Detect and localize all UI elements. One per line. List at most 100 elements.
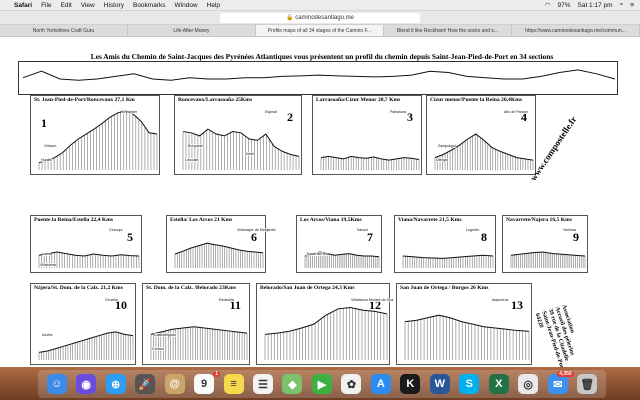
menu-edit[interactable]: Edit <box>61 2 72 9</box>
stage-panel-7: Los Arcos/Viana 19,5Kms 7 Sansol Torres del… <box>296 215 382 273</box>
address-bar[interactable]: 🔒 caminodesantiago.me <box>220 13 420 23</box>
stage-title: Roncevaux/Larrasoaña 25Kms <box>178 97 253 103</box>
overview-profile-chart <box>22 69 616 81</box>
place-label: Redecilla <box>219 298 234 302</box>
dock: ☺ ◉ ⊕ 🚀 @9 1 ≡ ☰ ◆ ▶ ✿ A K W S X ◎ ✉ 4,350 🗑 <box>0 367 640 400</box>
elevation-line <box>182 128 300 157</box>
place-label: Cirauqui <box>109 228 123 232</box>
word-icon[interactable]: W <box>429 374 450 394</box>
stage-profile-chart <box>404 314 530 360</box>
stage-panel-10: Nájera/St. Dom. de la Calz. 21,2 Kms 10 Ci… <box>30 283 136 365</box>
place-label: Cirueña <box>105 298 118 302</box>
calendar-icon[interactable]: 91 <box>194 371 221 394</box>
stage-number: 6 <box>251 230 257 244</box>
battery-percent[interactable]: 97% <box>557 2 570 9</box>
stage-profile-chart <box>264 307 388 360</box>
stage-title: Puente la Reina/Estella 22,4 Kms <box>34 217 114 223</box>
place-label: Atapuerca <box>492 298 509 302</box>
stage-profile-chart <box>150 326 248 360</box>
menu-help[interactable]: Help <box>207 2 220 9</box>
menu-window[interactable]: Window <box>175 2 198 9</box>
place-label: Zariquiegui <box>438 144 456 148</box>
finder-icon[interactable]: ☺ <box>46 374 67 394</box>
place-label: Villafranca Montes de Oca <box>351 298 394 302</box>
safari-icon[interactable]: ⊕ <box>105 374 126 394</box>
stage-title: Viana/Navarrete 21,5 Kms <box>398 217 462 223</box>
skype-icon[interactable]: S <box>459 374 480 394</box>
stage-panel-12: Belorado/San Juan de Ortega 24,3 Kms 12 Vi… <box>256 283 394 365</box>
stage-profile-chart <box>182 128 300 170</box>
overview-profile <box>18 61 618 95</box>
lock-icon: 🔒 <box>286 15 294 21</box>
menu-bar: Safari File Edit View History Bookmarks … <box>0 0 640 11</box>
menu-bookmarks[interactable]: Bookmarks <box>133 2 166 9</box>
place-label: Zubiri <box>245 152 254 156</box>
place-label: Villatuerta <box>40 263 56 267</box>
stage-profile-chart <box>402 254 494 268</box>
stage-title: Nájera/St. Dom. de la Calz. 21,2 Kms <box>34 285 123 291</box>
place-label: Huntto <box>41 158 52 162</box>
stage-number: 2 <box>287 110 293 124</box>
stage-title: St. Dom. de la Calz. /Belorado 23Kms <box>146 285 236 291</box>
clock[interactable]: Sat 1:17 pm <box>578 2 613 9</box>
menu-view[interactable]: View <box>81 2 95 9</box>
place-label: Burguete <box>188 144 203 148</box>
notification-badge: 1 <box>213 371 221 377</box>
menu-app-name[interactable]: Safari <box>14 2 32 9</box>
launchpad-icon[interactable]: 🚀 <box>135 374 156 394</box>
stage-number: 9 <box>573 230 579 244</box>
place-label: Sansol <box>357 228 368 232</box>
place-label: Linzoain <box>185 158 199 162</box>
siri-icon[interactable]: ◉ <box>76 374 97 394</box>
tab-life-after-money[interactable]: Life After Money <box>128 25 256 36</box>
place-label: Espinal <box>265 110 277 114</box>
menu-file[interactable]: File <box>41 2 51 9</box>
kindle-icon[interactable]: K <box>400 374 421 394</box>
place-label: Pamplona <box>390 110 407 114</box>
place-label: Lorca <box>42 252 51 256</box>
place-label: Lepoeder <box>122 110 138 114</box>
chrome-icon[interactable]: ◎ <box>518 374 539 394</box>
photos-icon[interactable]: ✿ <box>341 374 362 394</box>
tab-blend-it[interactable]: Blend it like Reckham! How the socks and… <box>384 25 512 36</box>
place-label: Torres del Río <box>306 252 329 256</box>
search-icon[interactable]: ⌕ <box>620 1 624 9</box>
tab-bar: North Yorkshires Craft Guru Life After M… <box>0 25 640 37</box>
maps-icon[interactable]: ◆ <box>282 374 303 394</box>
stage-panel-4: Cizur menor/Puente la Reina 20,4Kms 4 Alto… <box>426 95 536 175</box>
reminders-icon[interactable]: ☰ <box>253 374 274 394</box>
facetime-icon[interactable]: ▶ <box>311 374 332 394</box>
trash-icon[interactable]: 🗑 <box>577 374 598 394</box>
contacts-icon[interactable]: @ <box>164 374 185 394</box>
notes-icon[interactable]: ≡ <box>223 374 244 394</box>
stage-number: 1 <box>41 116 47 130</box>
stage-profile-chart <box>320 155 420 170</box>
address-text: caminodesantiago.me <box>295 15 354 21</box>
page-content: Les Amis du Chemin de Saint-Jacques des … <box>0 37 640 371</box>
elevation-line <box>404 314 530 332</box>
stage-profile-chart <box>304 251 380 268</box>
elevation-line <box>38 109 158 164</box>
stage-panel-2: Roncevaux/Larrasoaña 25Kms 2 Espinal Burgue… <box>174 95 302 175</box>
stage-profile-chart <box>510 251 586 268</box>
wifi-icon[interactable]: ◠ <box>545 1 551 9</box>
excel-icon[interactable]: X <box>488 374 509 394</box>
browser-toolbar: 🔒 caminodesantiago.me <box>0 11 640 25</box>
tab-camino-community[interactable]: https://www.caminodesantiago.me/commun..… <box>512 25 640 36</box>
place-label: Corbon <box>152 347 164 351</box>
elevation-line <box>320 155 420 161</box>
elevation-line <box>402 254 494 259</box>
mail-icon[interactable]: ✉ 4,350 <box>547 371 574 394</box>
menu-history[interactable]: History <box>104 2 124 9</box>
app-store-icon[interactable]: A <box>370 374 391 394</box>
stage-panel-1: St. Jean-Pied-de-Port/Roncevaux 27,1 Km 1… <box>30 95 160 175</box>
stage-title: Cizur menor/Puente la Reina 20,4Kms <box>430 97 523 103</box>
place-label: Orisson <box>44 144 57 148</box>
tab-north-yorkshires[interactable]: North Yorkshires Craft Guru <box>0 25 128 36</box>
stage-panel-9: Navarrete/Najera 16,5 Kms 9 Ventosa <box>502 215 588 273</box>
tab-profile-maps[interactable]: Profile maps of all 34 stages of the Cam… <box>256 25 384 36</box>
stage-panel-6: Estella/ Los Arcos 21 Kms 6 Villamayor de … <box>166 215 276 273</box>
elevation-line <box>38 251 140 257</box>
menu-list-icon[interactable]: ≡ <box>630 2 634 9</box>
place-label: Villamayor de Monjardín <box>237 228 276 232</box>
